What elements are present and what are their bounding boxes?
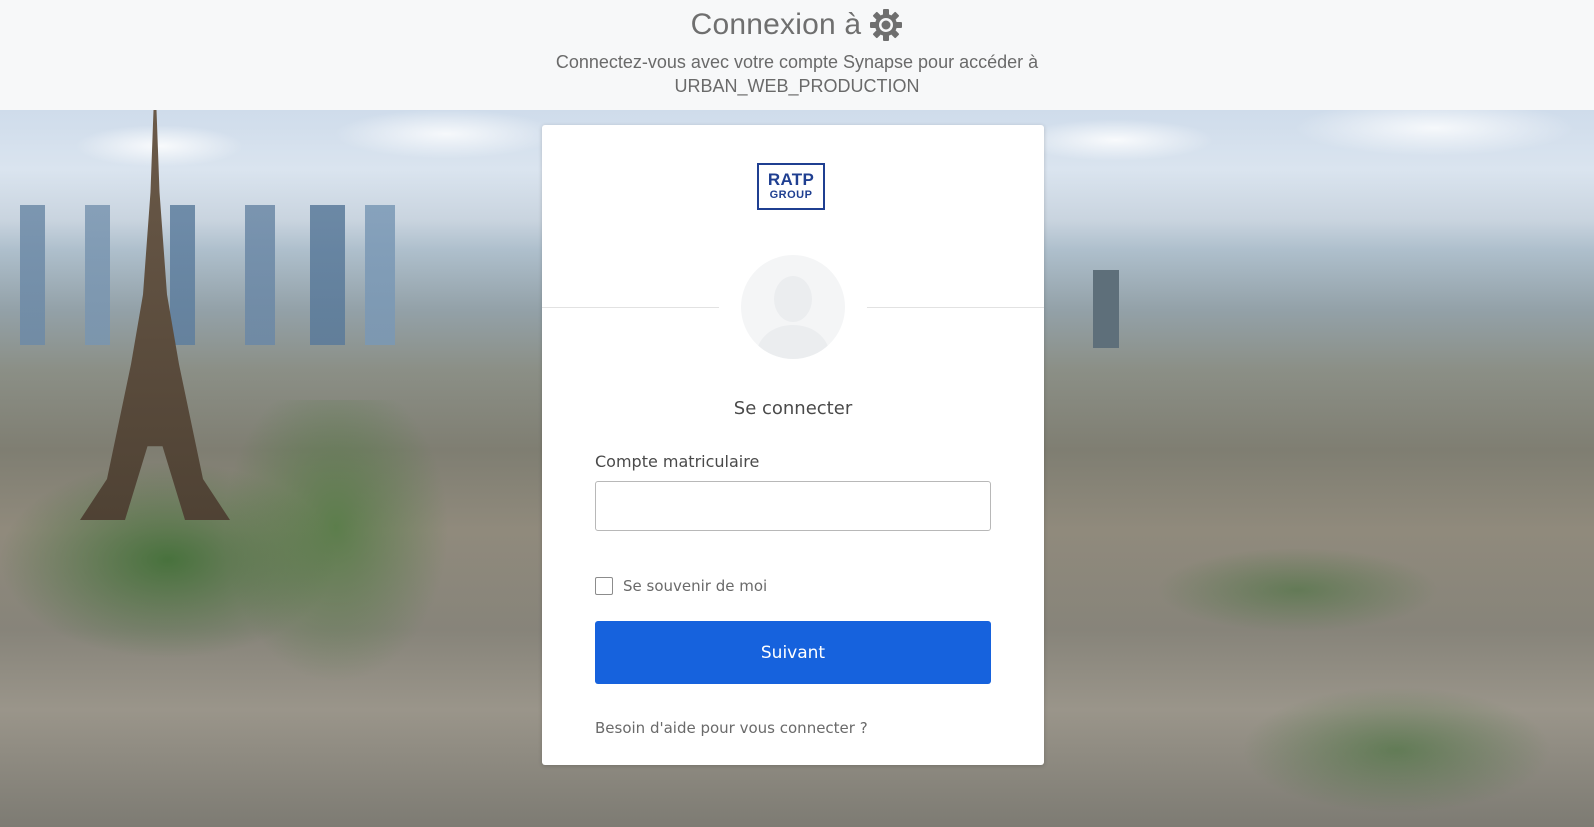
username-input[interactable]	[595, 481, 991, 531]
page-subtitle-line1: Connectez-vous avec votre compte Synapse…	[555, 52, 1039, 72]
background-tower-right	[1093, 270, 1119, 348]
background-park-right	[1100, 430, 1594, 827]
next-button[interactable]: Suivant	[595, 621, 991, 684]
page-subtitle-line2: URBAN_WEB_PRODUCTION	[674, 76, 920, 96]
username-label: Compte matriculaire	[595, 452, 760, 471]
page-subtitle: Connectez-vous avec votre compte Synapse…	[0, 50, 1594, 98]
gear-icon	[869, 8, 903, 42]
ratp-group-logo: RATP GROUP	[757, 163, 825, 210]
help-link[interactable]: Besoin d'aide pour vous connecter ?	[595, 719, 868, 737]
login-card: RATP GROUP Se connecter Compte matricula…	[542, 125, 1044, 765]
page-title: Connexion à	[0, 8, 1594, 42]
logo-line2: GROUP	[769, 189, 813, 201]
page-title-text: Connexion à	[690, 8, 862, 41]
header-band: Connexion à Connectez-vous avec votre co…	[0, 0, 1594, 110]
remember-me-label: Se souvenir de moi	[623, 577, 768, 595]
login-heading: Se connecter	[733, 398, 853, 419]
logo-line1: RATP	[767, 170, 815, 189]
user-silhouette-icon	[741, 255, 845, 359]
remember-me[interactable]: Se souvenir de moi	[595, 577, 767, 595]
background-skyline	[0, 205, 420, 345]
background-park-left	[0, 400, 560, 720]
remember-me-checkbox[interactable]	[595, 577, 613, 595]
